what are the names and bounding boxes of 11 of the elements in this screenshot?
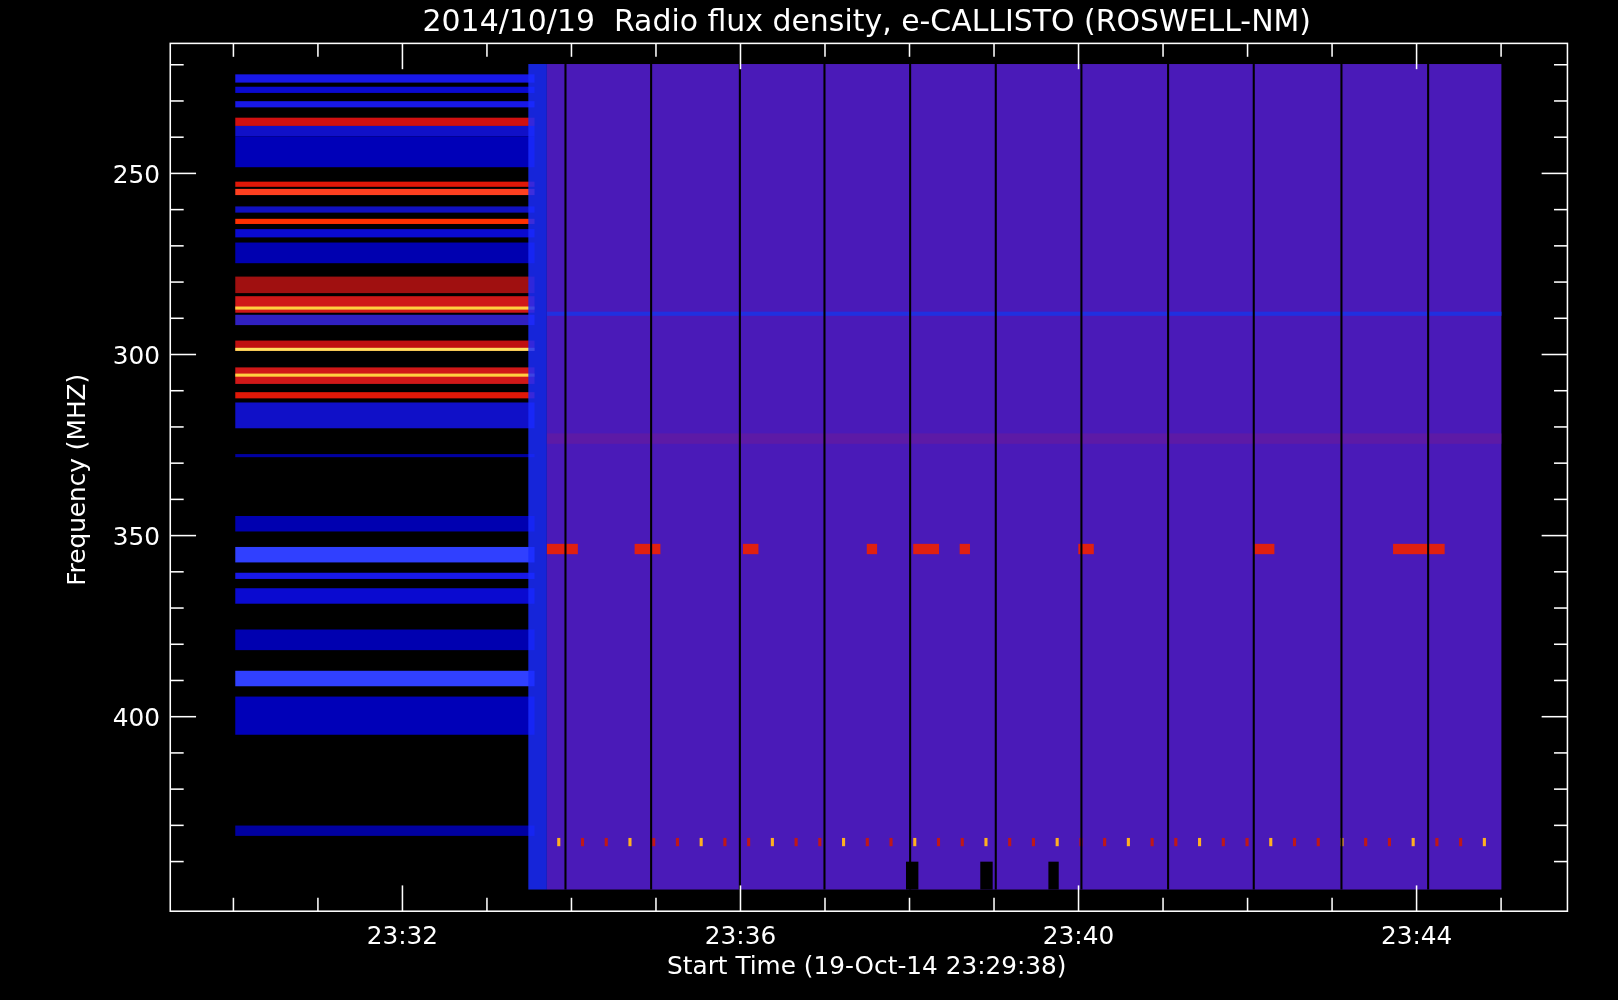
chart-title: 2014/10/19 Radio flux density, e-CALLISTO (ROSWELL-NM) bbox=[422, 3, 1311, 38]
y-axis-label: Frequency (MHZ) bbox=[61, 373, 91, 586]
x-tick-label: 23:32 bbox=[366, 921, 439, 951]
y-tick-label: 300 bbox=[112, 340, 160, 370]
x-tick-label: 23:36 bbox=[704, 921, 777, 951]
x-tick-label: 23:40 bbox=[1042, 921, 1115, 951]
y-tick-label: 250 bbox=[112, 159, 160, 189]
x-axis-label: Start Time (19-Oct-14 23:29:38) bbox=[667, 951, 1067, 981]
y-tick-label: 350 bbox=[112, 521, 160, 551]
y-tick-label: 400 bbox=[112, 703, 160, 732]
x-tick-label: 23:44 bbox=[1380, 921, 1453, 951]
